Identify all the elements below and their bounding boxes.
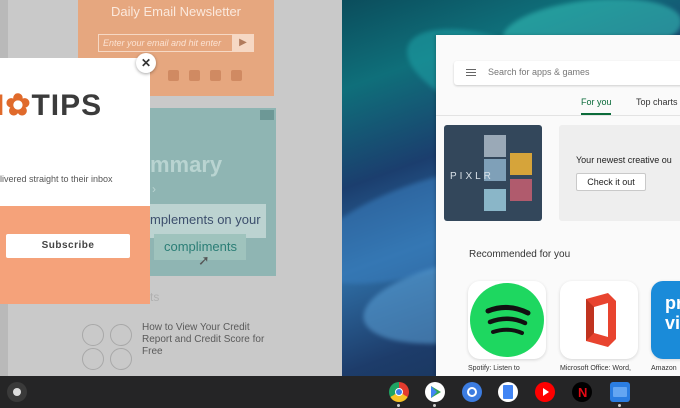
subscribe-popup: I✿TIPS livered straight to their inbox S… (0, 58, 150, 304)
search-input[interactable]: Search for apps & games (488, 67, 590, 77)
check-it-out-button[interactable]: Check it out (576, 173, 646, 191)
subscribe-button[interactable]: Subscribe (6, 234, 130, 258)
newsletter-email-input[interactable]: Enter your email and hit enter (98, 34, 234, 52)
newsletter-title: Daily Email Newsletter (110, 4, 242, 19)
banner-thumbnail (510, 179, 532, 201)
app-name: Microsoft Office: Word, (560, 365, 631, 372)
app-card-amazon[interactable]: pr vi (651, 281, 680, 359)
play-store-window: Search for apps & games For you Top char… (436, 35, 680, 376)
mouse-cursor-icon: ➚ (198, 252, 210, 268)
menu-icon[interactable] (466, 69, 476, 78)
rss-icon[interactable] (231, 70, 242, 81)
office-icon (586, 293, 616, 347)
ad-card: mplements on your (144, 204, 266, 238)
promo-card[interactable]: Your newest creative ou Check it out (559, 125, 680, 221)
badge-icon (110, 348, 132, 370)
promo-title: Your newest creative ou (576, 155, 672, 165)
badge-icon (82, 324, 104, 346)
search-bar[interactable]: Search for apps & games (454, 61, 680, 85)
recommended-heading: Recommended for you (469, 249, 571, 260)
app-name: Amazon (651, 365, 677, 372)
section-label: ts (150, 290, 160, 304)
facebook-icon[interactable] (168, 70, 179, 81)
netflix-icon[interactable]: N (572, 382, 592, 402)
banner-thumbnail (510, 153, 532, 175)
ad-choices-icon[interactable] (260, 110, 274, 120)
pixlr-logo: PIXLR (450, 171, 494, 182)
popup-description: livered straight to their inbox (0, 174, 113, 184)
docs-icon[interactable] (498, 382, 518, 402)
running-indicator (618, 404, 621, 407)
tab-for-you[interactable]: For you (581, 97, 612, 107)
linkedin-icon[interactable] (189, 70, 200, 81)
running-indicator (433, 404, 436, 407)
advertisement[interactable]: mmary › mplements on your compliments ➚ (144, 108, 276, 276)
tab-top-charts[interactable]: Top charts (636, 97, 678, 107)
tab-divider (436, 115, 680, 116)
running-indicator (397, 404, 400, 407)
settings-icon[interactable] (462, 382, 482, 402)
youtube-icon[interactable] (535, 382, 555, 402)
app-card-spotify[interactable] (468, 281, 546, 359)
spotify-icon (470, 283, 544, 357)
email-icon[interactable] (210, 70, 221, 81)
close-icon[interactable]: ✕ (136, 53, 156, 73)
newsletter-submit-button[interactable]: ▶ (232, 34, 254, 52)
pixlr-banner[interactable]: PIXLR (444, 125, 542, 221)
launcher-icon[interactable] (7, 382, 27, 402)
app-card-office[interactable] (560, 281, 638, 359)
chrome-icon[interactable] (389, 382, 409, 402)
badge-icon (82, 348, 104, 370)
social-icons (168, 70, 242, 81)
badge-icon (110, 324, 132, 346)
post-title[interactable]: How to View Your Credit Report and Credi… (142, 322, 276, 358)
ad-phrase: mplements on your (150, 212, 261, 227)
chevron-icon: › (152, 182, 156, 196)
play-store-icon[interactable] (425, 382, 445, 402)
shelf: N (0, 376, 680, 408)
prime-video-icon: pr vi (665, 293, 680, 333)
ad-headline: mmary (150, 152, 223, 177)
files-icon[interactable] (610, 382, 630, 402)
banner-thumbnail (484, 135, 506, 157)
site-logo: I✿TIPS (0, 89, 103, 122)
banner-thumbnail (484, 189, 506, 211)
app-name: Spotify: Listen to (468, 365, 520, 372)
